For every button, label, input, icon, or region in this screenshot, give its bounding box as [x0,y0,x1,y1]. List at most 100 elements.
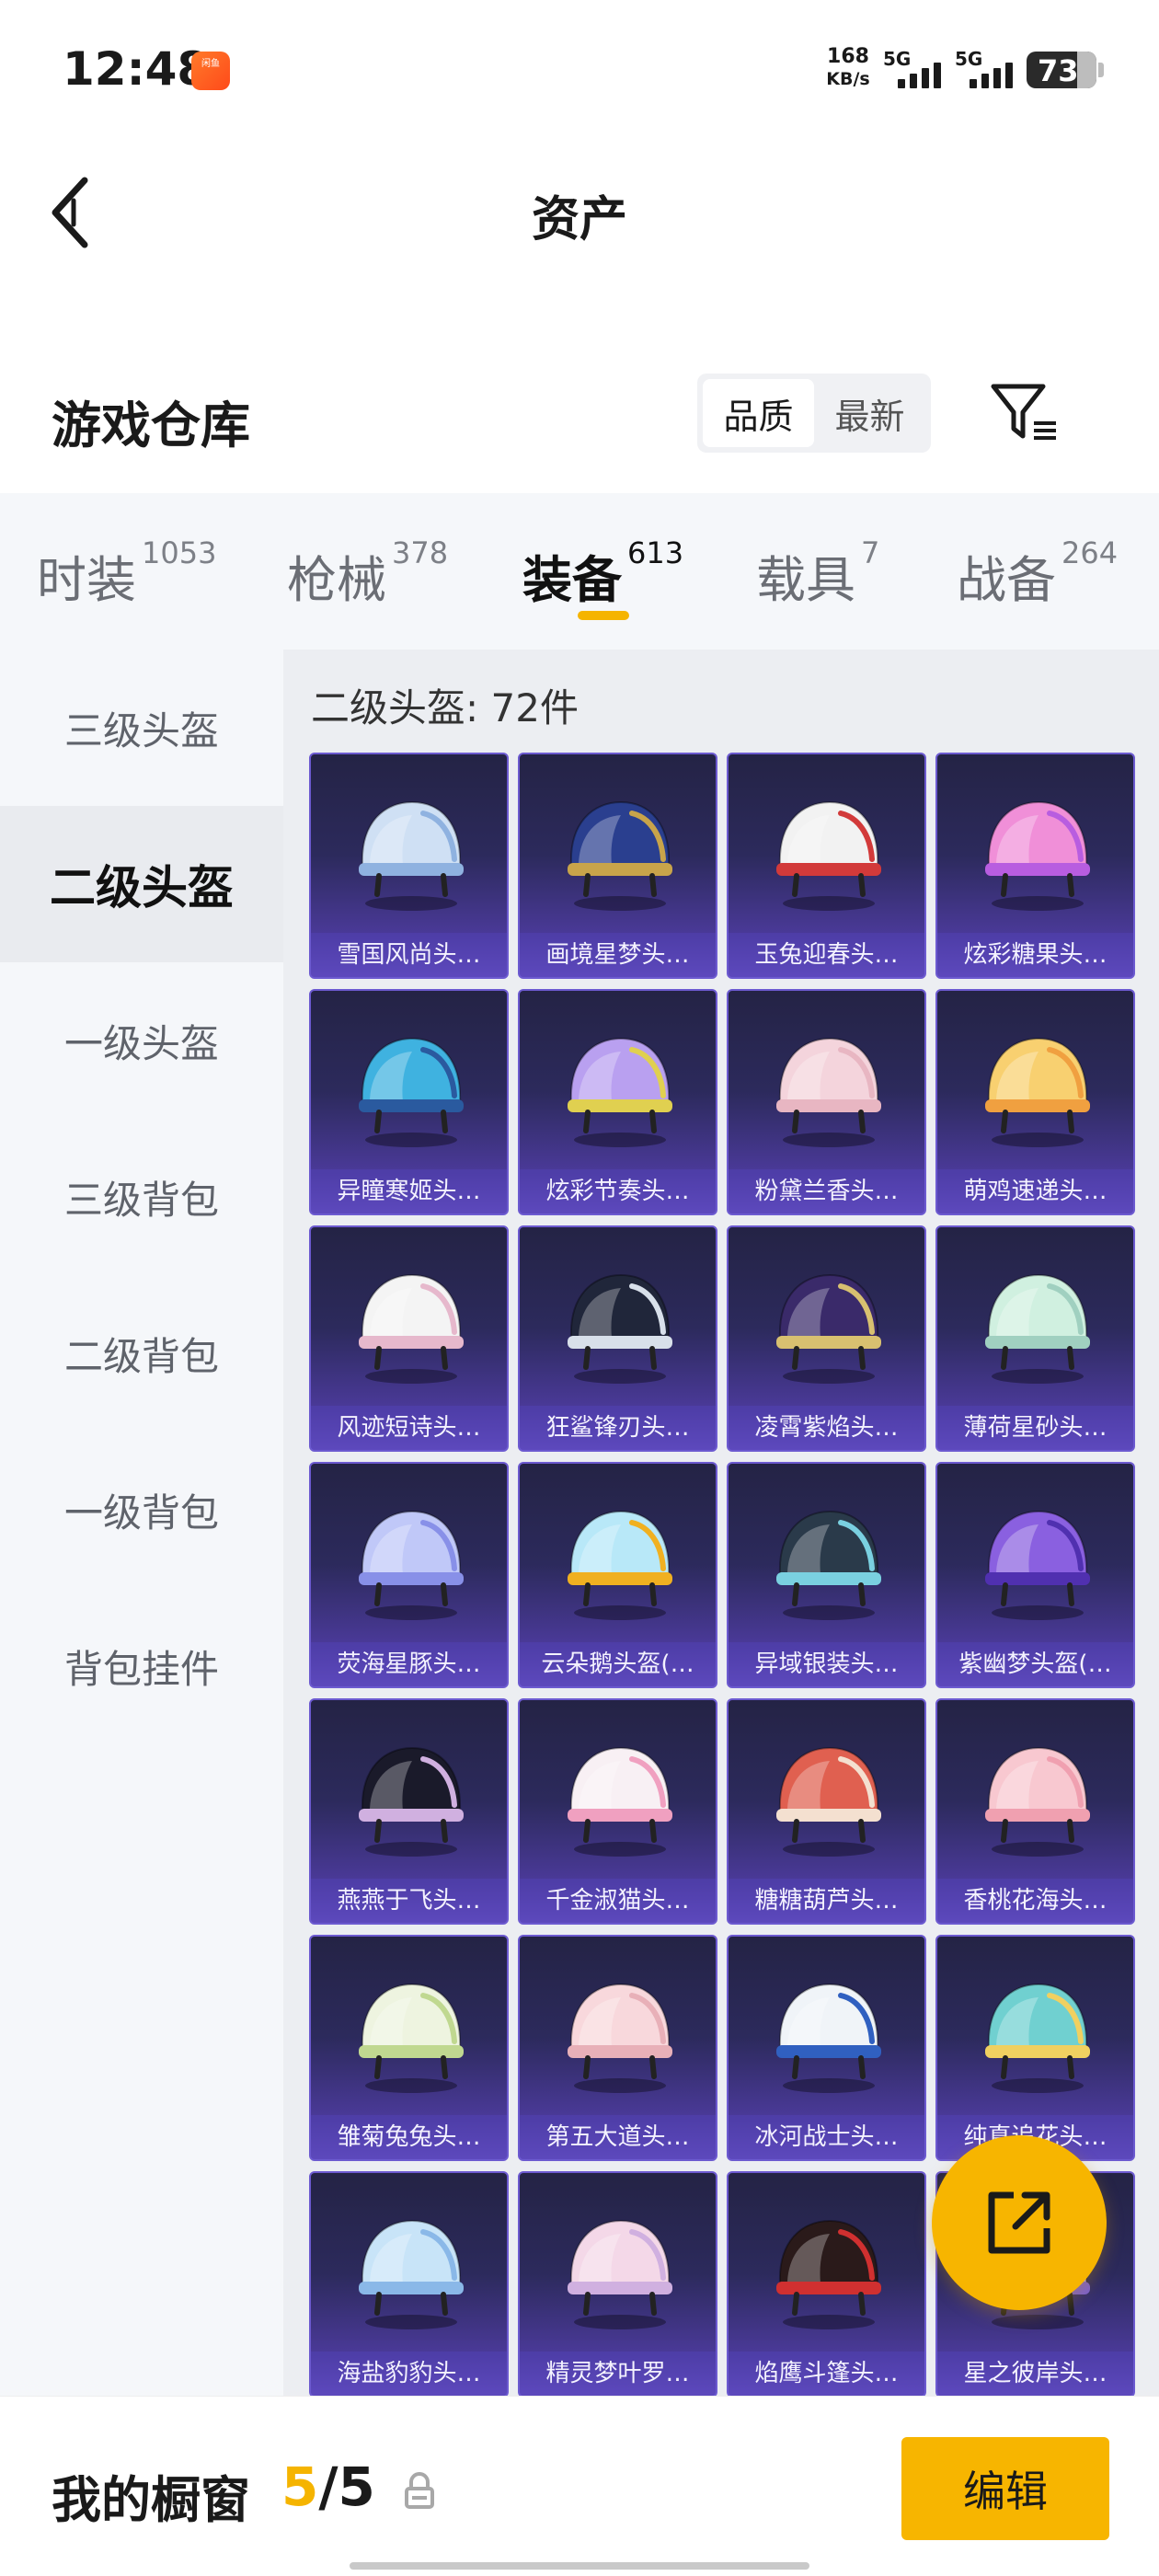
item-name: 狂鲨锋刃头… [520,1406,716,1450]
item-name: 萌鸡速递头… [937,1169,1133,1213]
tab-label: 装备 [522,551,622,609]
item-name: 香桃花海头… [937,1879,1133,1923]
item-card[interactable]: 炫彩糖果头… [935,753,1135,979]
tab-firearms[interactable]: 枪械 378 [287,535,448,612]
item-name: 风迹短诗头… [311,1406,507,1450]
sidebar-item-level1-helmet[interactable]: 一级头盔 [0,962,283,1119]
item-name: 雪国风尚头… [311,933,507,977]
item-card[interactable]: 纯真追花头… [935,1935,1135,2161]
showcase-count: 5/5 [281,2455,375,2518]
item-name: 荧海星豚头… [311,1642,507,1686]
item-card[interactable]: 燕燕于飞头… [309,1698,509,1925]
helmet-icon [978,1968,1097,2097]
sort-option-quality[interactable]: 品质 [703,379,814,447]
tab-label: 战备 [957,551,1056,609]
helmet-icon [769,1968,889,2097]
item-card[interactable]: 焰鹰斗篷头… [727,2171,926,2398]
helmet-icon [769,1731,889,1860]
helmet-icon [978,1495,1097,1624]
app-notification-icon: 闲鱼 [191,52,230,90]
tab-equipment[interactable]: 装备 613 [522,535,683,612]
sidebar-item-backpack-charm[interactable]: 背包挂件 [0,1588,283,1744]
item-card[interactable]: 云朵鹅头盔(… [518,1462,717,1688]
item-card[interactable]: 炫彩节奏头… [518,989,717,1215]
helmet-icon [978,1259,1097,1387]
tab-label: 枪械 [287,551,386,609]
lock-icon [403,2470,436,2511]
sidebar-item-level3-backpack[interactable]: 三级背包 [0,1119,283,1275]
helmet-icon [769,1022,889,1151]
item-card[interactable]: 玉兔迎春头… [727,753,926,979]
helmet-icon [560,1022,680,1151]
helmet-icon [978,786,1097,914]
tab-count: 378 [392,535,449,570]
sidebar-item-level2-helmet[interactable]: 二级头盔 [0,806,283,962]
item-name: 炫彩节奏头… [520,1169,716,1213]
item-card[interactable]: 薄荷星砂头… [935,1225,1135,1452]
tab-fashion[interactable]: 时装 1053 [37,535,216,612]
sidebar-item-level1-backpack[interactable]: 一级背包 [0,1432,283,1588]
item-card[interactable]: 荧海星豚头… [309,1462,509,1688]
item-name: 画境星梦头… [520,933,716,977]
tab-label: 时装 [37,551,136,609]
share-external-icon [988,2191,1050,2254]
item-name: 薄荷星砂头… [937,1406,1133,1450]
status-bar: 12:48 闲鱼 168 KB/s 5G 5G 73 [0,0,1159,138]
share-button[interactable] [932,2135,1107,2310]
tab-tactical[interactable]: 战备 264 [957,535,1118,612]
item-card[interactable]: 粉黛兰香头… [727,989,926,1215]
item-name: 星之彼岸头… [937,2352,1133,2396]
warehouse-title: 游戏仓库 [52,397,250,454]
item-card[interactable]: 异瞳寒姬头… [309,989,509,1215]
home-indicator[interactable] [350,2562,809,2570]
item-card[interactable]: 萌鸡速递头… [935,989,1135,1215]
sidebar-item-level2-backpack[interactable]: 二级背包 [0,1275,283,1432]
tab-count: 1053 [142,535,217,570]
item-name: 粉黛兰香头… [729,1169,924,1213]
item-card[interactable]: 第五大道头… [518,1935,717,2161]
bottom-bar: 我的橱窗 5/5 编辑 [0,2396,1159,2576]
item-card[interactable]: 异域银装头… [727,1462,926,1688]
sort-toggle: 品质 最新 [697,374,931,453]
subcategory-sidebar: 三级头盔 二级头盔 一级头盔 三级背包 二级背包 一级背包 背包挂件 [0,650,283,2398]
item-name: 冰河战士头… [729,2115,924,2159]
item-card[interactable]: 画境星梦头… [518,753,717,979]
tab-vehicles[interactable]: 载具 7 [756,535,879,612]
helmet-icon [769,786,889,914]
helmet-icon [978,1022,1097,1151]
network-speed-unit: KB/s [826,69,870,89]
item-card[interactable]: 狂鲨锋刃头… [518,1225,717,1452]
item-card[interactable]: 紫幽梦头盔(… [935,1462,1135,1688]
showcase-separator: / [318,2455,339,2518]
item-name: 海盐豹豹头… [311,2352,507,2396]
item-card[interactable]: 海盐豹豹头… [309,2171,509,2398]
item-card[interactable]: 精灵梦叶罗… [518,2171,717,2398]
item-name: 异瞳寒姬头… [311,1169,507,1213]
helmet-icon [351,1495,471,1624]
filter-button[interactable] [990,381,1060,445]
helmet-icon [769,1495,889,1624]
item-card[interactable]: 糖糖葫芦头… [727,1698,926,1925]
helmet-icon [351,1968,471,2097]
showcase-max: 5 [338,2455,375,2518]
item-card[interactable]: 风迹短诗头… [309,1225,509,1452]
showcase-current: 5 [281,2455,319,2518]
item-card[interactable]: 冰河战士头… [727,1935,926,2161]
item-name: 凌霄紫焰头… [729,1406,924,1450]
item-name: 云朵鹅头盔(… [520,1642,716,1686]
sidebar-item-level3-helmet[interactable]: 三级头盔 [0,650,283,806]
item-card[interactable]: 香桃花海头… [935,1698,1135,1925]
page-title: 资产 [531,192,627,247]
helmet-icon [769,2204,889,2333]
item-card[interactable]: 雪国风尚头… [309,753,509,979]
item-card[interactable]: 千金淑猫头… [518,1698,717,1925]
sort-option-newest[interactable]: 最新 [814,379,925,447]
helmet-icon [978,1731,1097,1860]
edit-button[interactable]: 编辑 [901,2437,1109,2540]
helmet-icon [560,1259,680,1387]
tab-count: 264 [1061,535,1119,570]
item-card[interactable]: 凌霄紫焰头… [727,1225,926,1452]
helmet-icon [560,2204,680,2333]
item-card[interactable]: 雏菊兔兔头… [309,1935,509,2161]
helmet-icon [560,1495,680,1624]
